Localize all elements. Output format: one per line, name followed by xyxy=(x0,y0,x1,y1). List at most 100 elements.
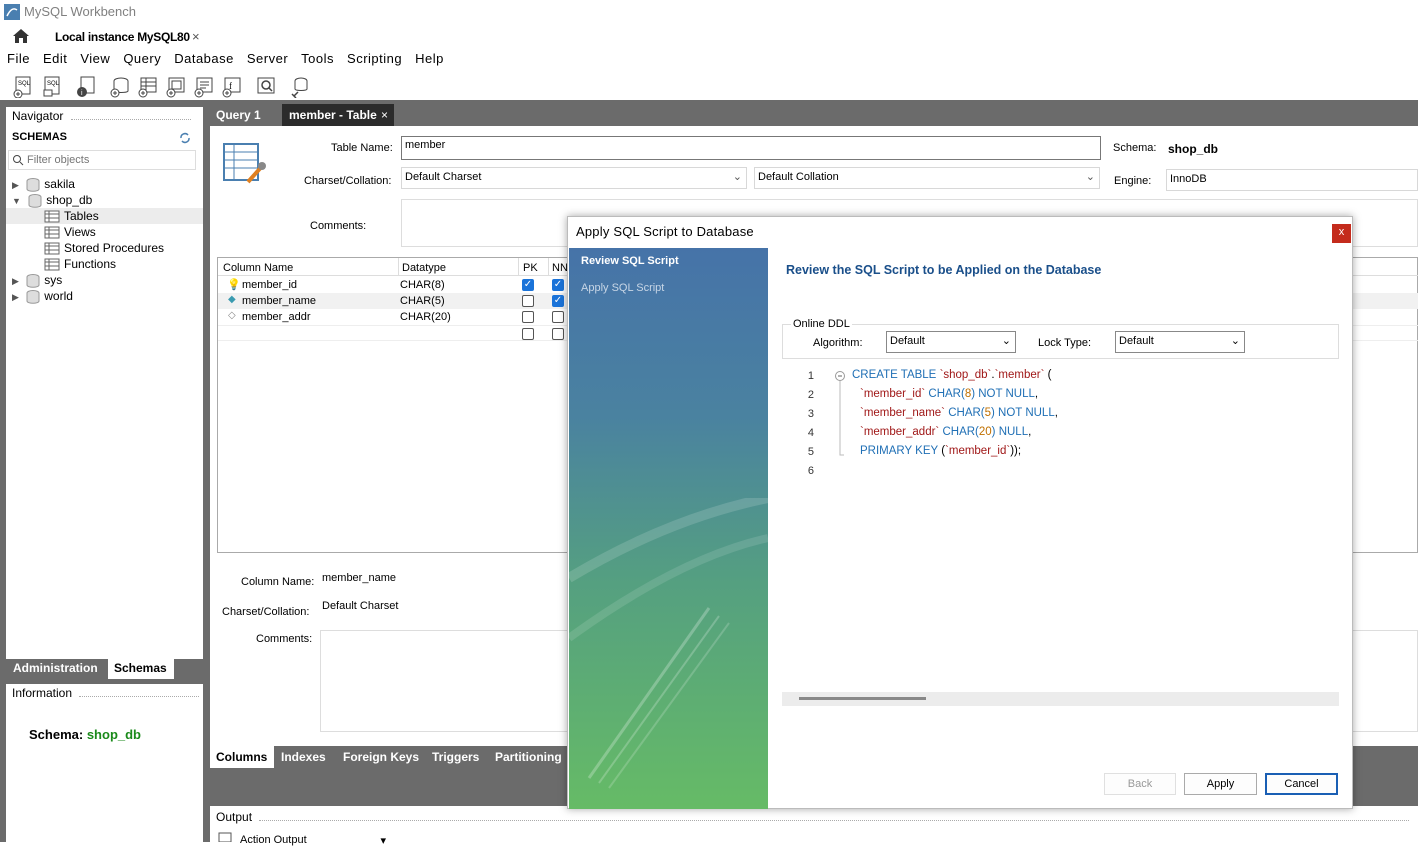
back-button[interactable]: Back xyxy=(1104,773,1176,795)
create-schema-icon[interactable] xyxy=(110,76,130,98)
info-schema-value: shop_db xyxy=(86,727,141,742)
create-view-icon[interactable] xyxy=(166,76,186,98)
detail-comments-label: Comments: xyxy=(256,633,313,645)
close-icon[interactable]: x xyxy=(1332,224,1351,243)
chevron-down-icon: ⌄ xyxy=(1001,335,1011,347)
menu-help[interactable]: Help xyxy=(415,51,444,66)
info-schema: Schema: shop_db xyxy=(29,727,141,742)
tab-columns[interactable]: Columns xyxy=(210,746,274,768)
database-icon xyxy=(26,289,40,304)
apply-button[interactable]: Apply xyxy=(1184,773,1257,795)
pk-checkbox[interactable] xyxy=(522,328,534,340)
tree-item-world[interactable]: ▶ world xyxy=(12,288,73,304)
sql-script-editor[interactable]: 1 2 3 4 5 6 CREATE TABLE `shop_db`.`memb… xyxy=(782,367,1339,706)
column-name-cell: member_name xyxy=(242,295,316,307)
refresh-icon[interactable] xyxy=(179,132,191,144)
tree-item-views[interactable]: Views xyxy=(44,224,96,240)
output-header: Output xyxy=(216,810,1410,824)
tree-label: Tables xyxy=(64,209,99,223)
column-name-cell: member_addr xyxy=(242,311,311,323)
header-column-name: Column Name xyxy=(223,262,294,274)
menu-database[interactable]: Database xyxy=(174,51,234,66)
inspector-icon[interactable]: i xyxy=(76,76,96,98)
output-selector[interactable]: Action Output ▾ xyxy=(240,834,386,847)
tree-item-sakila[interactable]: ▶ sakila xyxy=(12,176,75,192)
create-procedure-icon[interactable] xyxy=(194,76,214,98)
navigator-title: Navigator xyxy=(12,109,64,123)
tree-item-sys[interactable]: ▶ sys xyxy=(12,272,62,288)
tab-triggers[interactable]: Triggers xyxy=(432,746,479,768)
line-number: 1 xyxy=(807,370,814,382)
tab-query-1[interactable]: Query 1 xyxy=(210,104,280,126)
line-number: 2 xyxy=(807,389,814,401)
header-nn: NN xyxy=(552,262,568,274)
nn-checkbox[interactable]: ✓ xyxy=(552,279,564,291)
pk-checkbox[interactable]: ✓ xyxy=(522,279,534,291)
algorithm-select[interactable]: Default ⌄ xyxy=(886,331,1016,353)
menu-scripting[interactable]: Scripting xyxy=(347,51,402,66)
tab-administration[interactable]: Administration xyxy=(6,659,106,679)
navigator-tabs: Administration Schemas xyxy=(6,659,203,679)
nn-checkbox[interactable] xyxy=(552,311,564,323)
home-icon[interactable] xyxy=(12,28,30,44)
detail-charset-label: Charset/Collation: xyxy=(222,606,310,618)
folder-functions-icon xyxy=(44,258,60,271)
charset-select[interactable]: Default Charset ⌄ xyxy=(401,167,747,189)
reconnect-icon[interactable] xyxy=(290,76,310,98)
filter-objects-box[interactable] xyxy=(8,150,196,170)
collation-select[interactable]: Default Collation ⌄ xyxy=(754,167,1100,189)
tree-item-shop-db[interactable]: ▼ shop_db xyxy=(12,192,92,208)
line-number: 3 xyxy=(807,408,814,420)
tree-label: Functions xyxy=(64,257,117,271)
create-function-icon[interactable]: f xyxy=(222,76,242,98)
menu-edit[interactable]: Edit xyxy=(43,51,67,66)
sql-line-4: `member_addr` CHAR(20) NULL, xyxy=(860,426,1032,438)
sql-line-2: `member_id` CHAR(8) NOT NULL, xyxy=(860,388,1039,400)
sql-line-3: `member_name` CHAR(5) NOT NULL, xyxy=(860,407,1058,419)
close-tab-icon[interactable]: × xyxy=(192,29,200,44)
toolbar: SQL SQL i f xyxy=(0,70,1418,102)
open-sql-script-icon[interactable]: SQL xyxy=(42,76,62,98)
nn-checkbox[interactable] xyxy=(552,328,564,340)
information-header: Information xyxy=(12,686,200,700)
decorative-swoosh-icon xyxy=(569,498,768,789)
tree-item-functions[interactable]: Functions xyxy=(44,256,116,272)
menu-file[interactable]: File xyxy=(7,51,30,66)
menu-query[interactable]: Query xyxy=(123,51,161,66)
header-datatype: Datatype xyxy=(402,262,447,274)
tab-foreign-keys[interactable]: Foreign Keys xyxy=(343,746,419,768)
new-sql-tab-icon[interactable]: SQL xyxy=(13,76,33,98)
pk-checkbox[interactable] xyxy=(522,295,534,307)
filter-objects-input[interactable] xyxy=(27,152,192,168)
code-fold-icon[interactable] xyxy=(834,369,848,461)
tab-indexes[interactable]: Indexes xyxy=(281,746,326,768)
scrollbar-thumb[interactable] xyxy=(799,697,926,700)
menu-tools[interactable]: Tools xyxy=(301,51,334,66)
tab-schemas[interactable]: Schemas xyxy=(108,659,174,679)
chevron-down-icon: ⌄ xyxy=(732,171,742,183)
tree-item-tables[interactable]: Tables xyxy=(6,208,203,224)
horizontal-scrollbar[interactable] xyxy=(782,692,1339,706)
collation-value: Default Collation xyxy=(758,171,839,183)
cancel-button[interactable]: Cancel xyxy=(1265,773,1338,795)
tree-item-stored-procedures[interactable]: Stored Procedures xyxy=(44,240,164,256)
column-diamond-icon: ◆ xyxy=(228,294,236,305)
lock-type-select[interactable]: Default ⌄ xyxy=(1115,331,1245,353)
connection-tab-label[interactable]: Local instance MySQL80 xyxy=(55,30,190,44)
table-name-input[interactable]: member xyxy=(401,136,1101,160)
menu-server[interactable]: Server xyxy=(247,51,288,66)
close-tab-icon[interactable]: × xyxy=(381,104,388,126)
nn-checkbox[interactable]: ✓ xyxy=(552,295,564,307)
create-table-icon[interactable] xyxy=(138,76,158,98)
comments-label: Comments: xyxy=(310,220,367,232)
dialog-heading: Review the SQL Script to be Applied on t… xyxy=(786,263,1102,277)
tab-member-table[interactable]: member - Table × xyxy=(282,104,394,126)
menu-view[interactable]: View xyxy=(80,51,110,66)
navigator-panel: Navigator SCHEMAS ▶ sakila ▼ shop_db Tab… xyxy=(6,107,203,659)
search-table-data-icon[interactable] xyxy=(256,76,276,98)
tab-partitioning[interactable]: Partitioning xyxy=(495,746,562,768)
header-pk: PK xyxy=(523,262,538,274)
pk-checkbox[interactable] xyxy=(522,311,534,323)
tab-label: member - Table xyxy=(289,108,377,122)
engine-select[interactable]: InnoDB xyxy=(1166,169,1418,191)
